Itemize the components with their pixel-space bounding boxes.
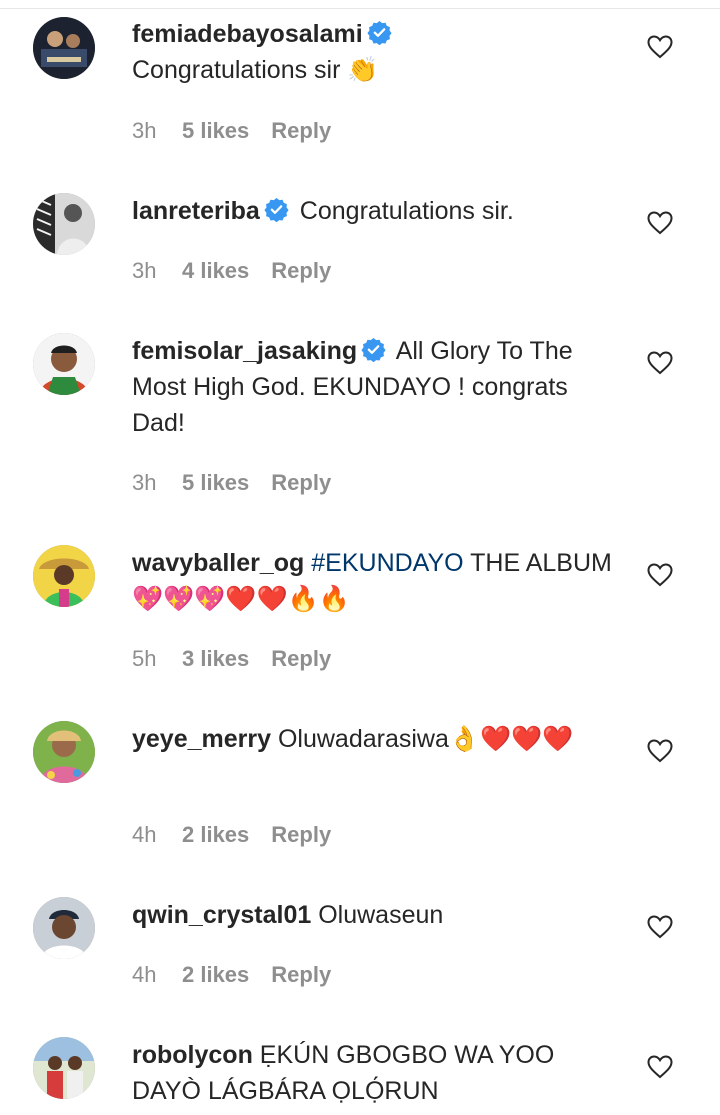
- comment-likes[interactable]: 5 likes: [182, 117, 249, 145]
- comment-body: yeye_merry Oluwadarasiwa👌❤️❤️❤️: [132, 721, 622, 757]
- comment-meta: 4h 2 likes Reply: [132, 961, 331, 989]
- comment-username[interactable]: robolycon: [132, 1041, 253, 1069]
- comment-time: 4h: [132, 962, 157, 987]
- comment-text: Oluwaseun: [318, 901, 444, 929]
- top-divider: [0, 0, 720, 9]
- comment-time: 3h: [132, 118, 157, 143]
- comment-meta: 3h 5 likes Reply: [132, 469, 331, 497]
- verified-badge-icon: [361, 337, 386, 362]
- comment-body: femiadebayosalami Congratulations sir 👏: [132, 16, 622, 88]
- comment-body: qwin_crystal01 Oluwaseun: [132, 897, 622, 933]
- comment-username[interactable]: femiadebayosalami: [132, 20, 363, 48]
- comment-username[interactable]: lanreteriba: [132, 197, 260, 225]
- avatar[interactable]: [33, 333, 95, 395]
- like-heart-icon[interactable]: [647, 35, 673, 59]
- comment-time: 3h: [132, 258, 157, 283]
- verified-badge-icon: [367, 20, 392, 45]
- reply-button[interactable]: Reply: [271, 470, 331, 495]
- avatar[interactable]: [33, 17, 95, 79]
- comment-meta: 4h 2 likes Reply: [132, 821, 331, 849]
- comment-body: wavyballer_og #EKUNDAYO THE ALBUM 💖💖💖❤️❤️…: [132, 545, 622, 617]
- verified-badge-icon: [264, 197, 289, 222]
- comment-emoji: 👏: [347, 55, 379, 84]
- comment-likes[interactable]: 5 likes: [182, 469, 249, 497]
- reply-button[interactable]: Reply: [271, 962, 331, 987]
- comment-likes[interactable]: 2 likes: [182, 821, 249, 849]
- like-heart-icon[interactable]: [647, 1055, 673, 1079]
- comment-meta: 3h 4 likes Reply: [132, 257, 331, 285]
- like-heart-icon[interactable]: [647, 915, 673, 939]
- avatar[interactable]: [33, 721, 95, 783]
- comment-time: 5h: [132, 646, 157, 671]
- avatar[interactable]: [33, 897, 95, 959]
- comment-likes[interactable]: 3 likes: [182, 645, 249, 673]
- comment-text: THE ALBUM: [470, 549, 612, 577]
- reply-button[interactable]: Reply: [271, 646, 331, 671]
- like-heart-icon[interactable]: [647, 739, 673, 763]
- comment-username[interactable]: yeye_merry: [132, 725, 271, 753]
- comment-text: Congratulations sir.: [299, 197, 514, 225]
- comment-likes[interactable]: 2 likes: [182, 961, 249, 989]
- comment-text: Congratulations sir: [132, 56, 341, 84]
- comment-time: 3h: [132, 470, 157, 495]
- comment-emoji: 💖💖💖❤️❤️🔥🔥: [132, 584, 350, 613]
- like-heart-icon[interactable]: [647, 211, 673, 235]
- like-heart-icon[interactable]: [647, 563, 673, 587]
- comment-likes[interactable]: 4 likes: [182, 257, 249, 285]
- comment-meta: 3h 5 likes Reply: [132, 117, 331, 145]
- comment-meta: 5h 3 likes Reply: [132, 645, 331, 673]
- comment-username[interactable]: wavyballer_og: [132, 549, 304, 577]
- avatar[interactable]: [33, 193, 95, 255]
- reply-button[interactable]: Reply: [271, 258, 331, 283]
- comment-emoji: 👌❤️❤️❤️: [448, 724, 574, 753]
- comment-username[interactable]: qwin_crystal01: [132, 901, 311, 929]
- comment-time: 4h: [132, 822, 157, 847]
- reply-button[interactable]: Reply: [271, 822, 331, 847]
- comment-body: robolycon ẸKÚN GBOGBO WA YOO DAYÒ LÁGBÁR…: [132, 1037, 622, 1109]
- comment-hashtag[interactable]: #EKUNDAYO: [311, 549, 463, 577]
- comment-body: lanreteriba Congratulations sir.: [132, 193, 622, 229]
- like-heart-icon[interactable]: [647, 351, 673, 375]
- avatar[interactable]: [33, 1037, 95, 1099]
- reply-button[interactable]: Reply: [271, 118, 331, 143]
- comment-text: Oluwadarasiwa: [277, 725, 449, 753]
- comment-body: femisolar_jasaking All Glory To The Most…: [132, 333, 622, 441]
- comment-username[interactable]: femisolar_jasaking: [132, 337, 357, 365]
- avatar[interactable]: [33, 545, 95, 607]
